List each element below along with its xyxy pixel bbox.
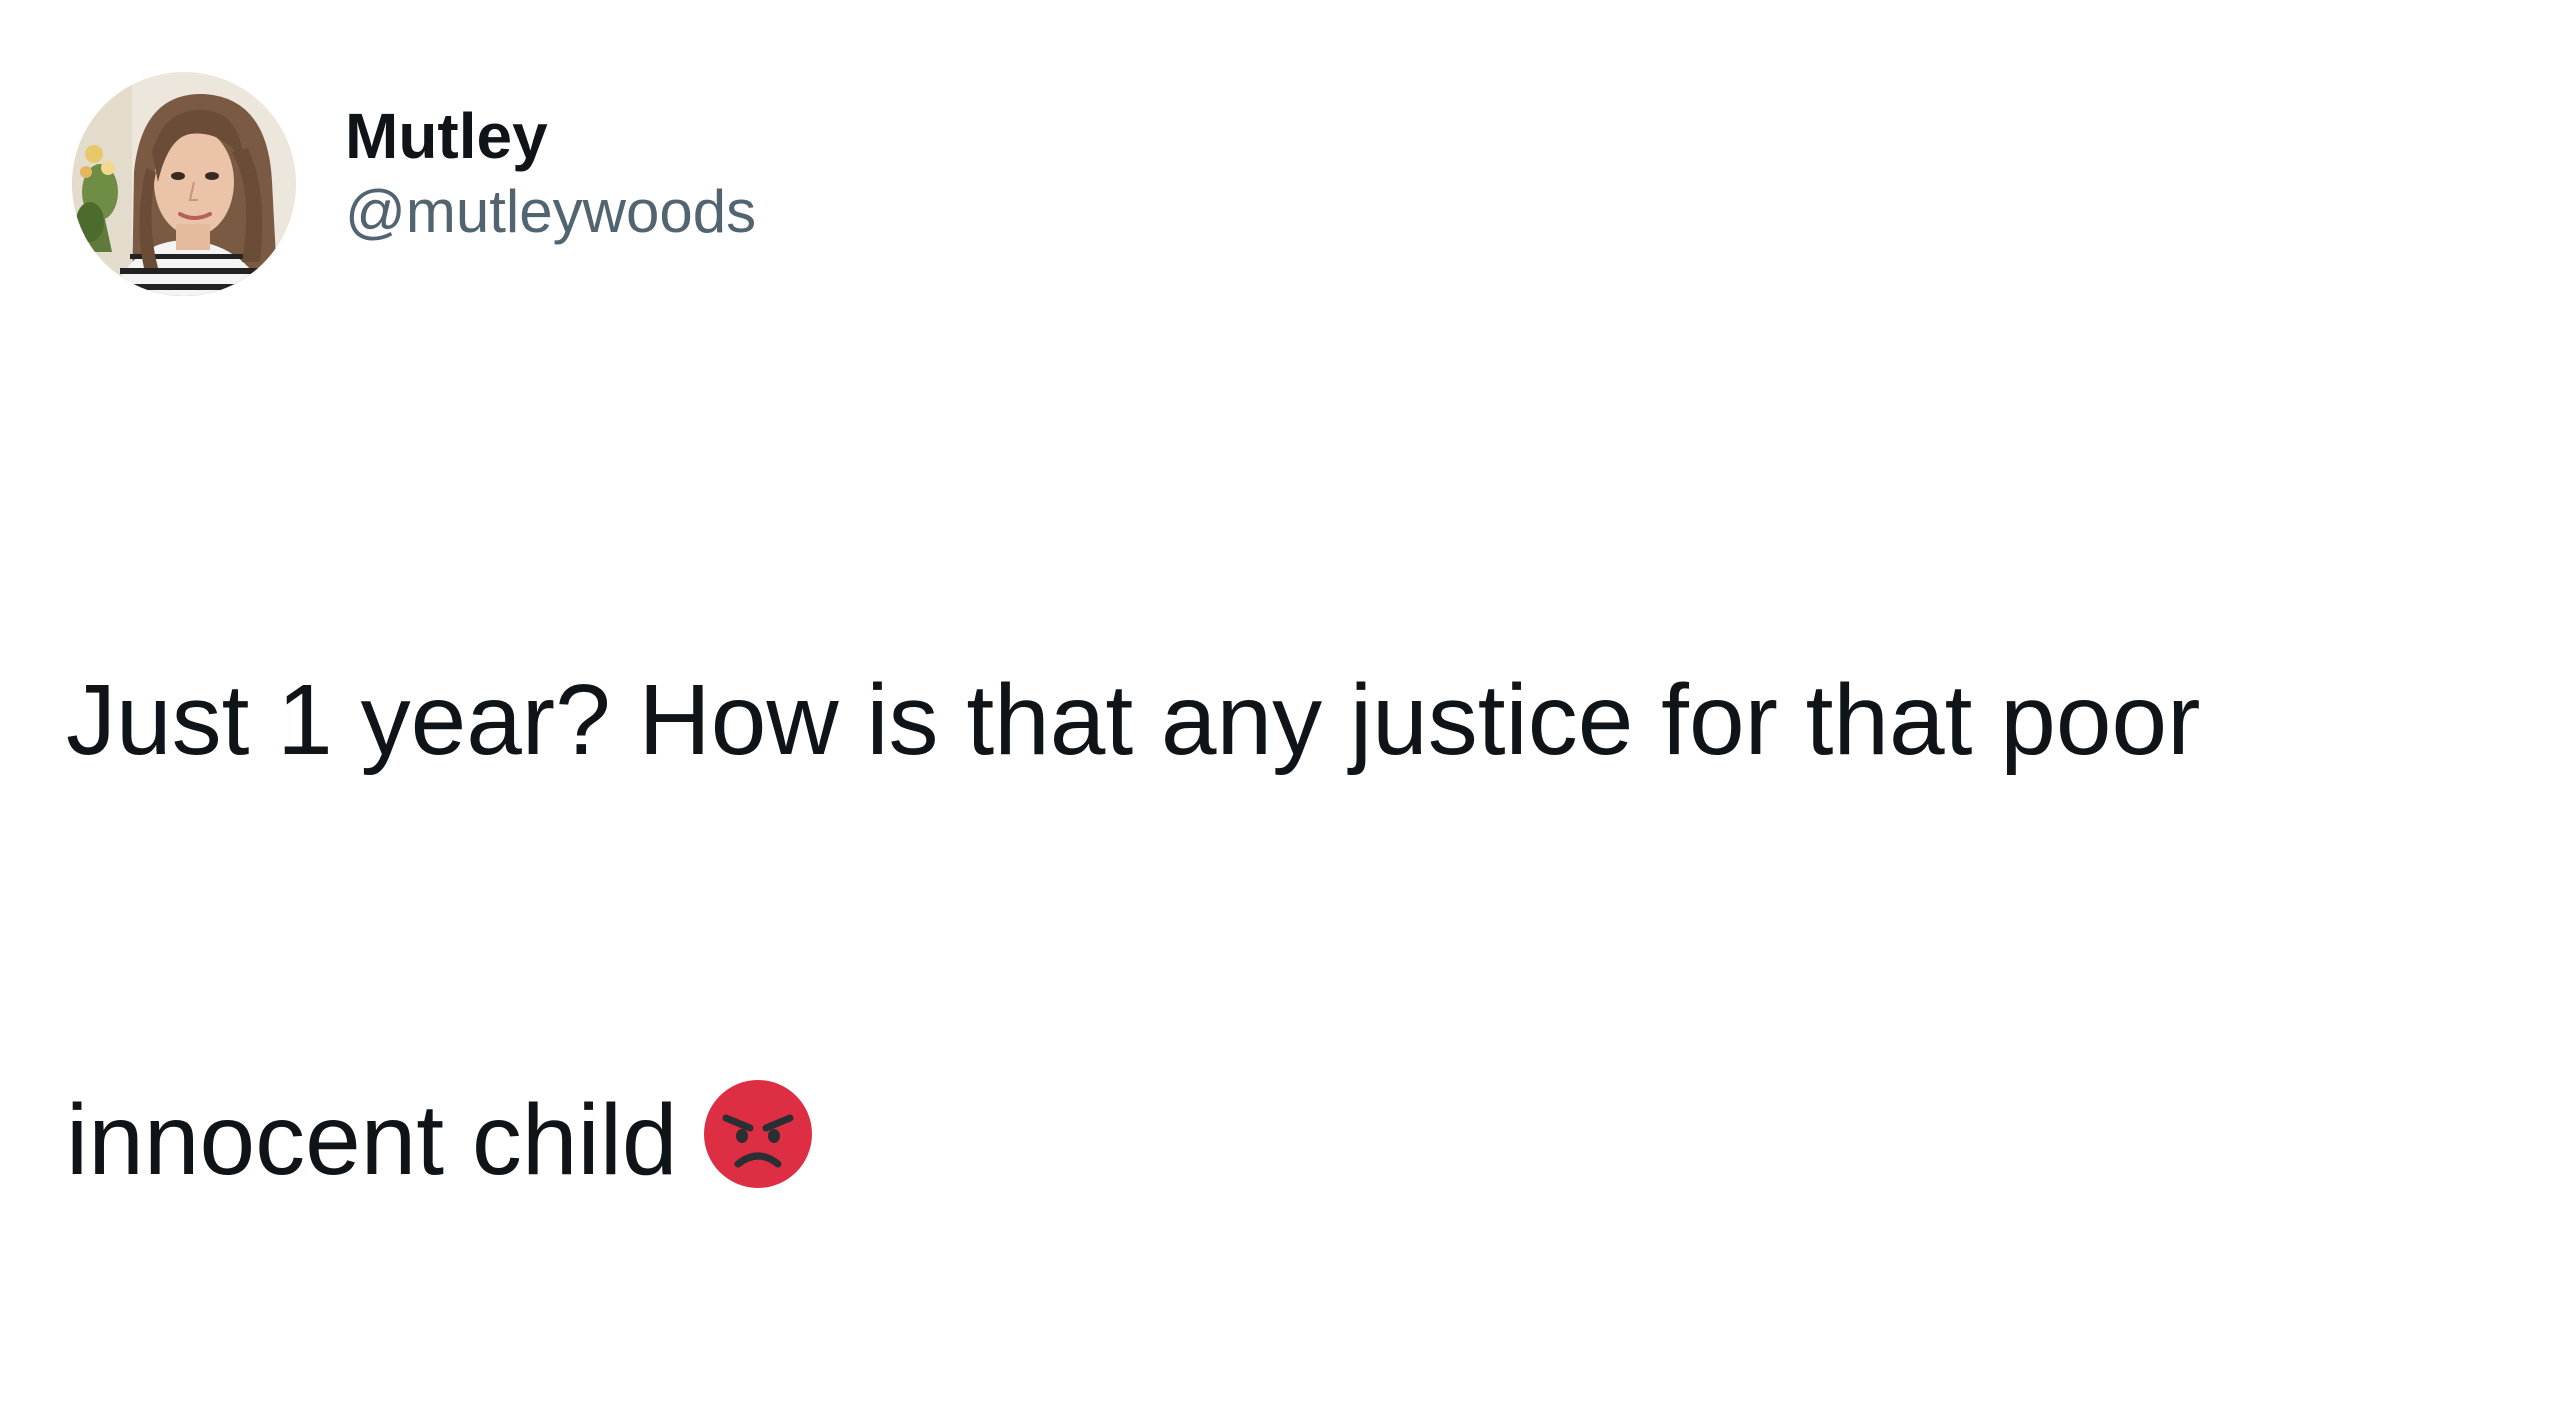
tweet-text-line-2-text: innocent child — [66, 1084, 678, 1196]
tweet-card: Mutley @mutleywoods Just 1 year? How is … — [0, 0, 2560, 1196]
tweet-text-line-1: Just 1 year? How is that any justice for… — [66, 664, 2201, 776]
tweet-text-line-2: innocent child — [66, 1070, 2486, 1210]
angry-face-icon — [703, 1080, 812, 1188]
display-name[interactable]: Mutley — [345, 96, 756, 176]
author-info: Mutley @mutleywoods — [345, 96, 756, 252]
username-handle[interactable]: @mutleywoods — [345, 172, 756, 252]
tweet-text: Just 1 year? How is that any justice for… — [66, 370, 2486, 1424]
avatar[interactable] — [72, 72, 296, 296]
profile-photo-icon — [72, 72, 296, 296]
